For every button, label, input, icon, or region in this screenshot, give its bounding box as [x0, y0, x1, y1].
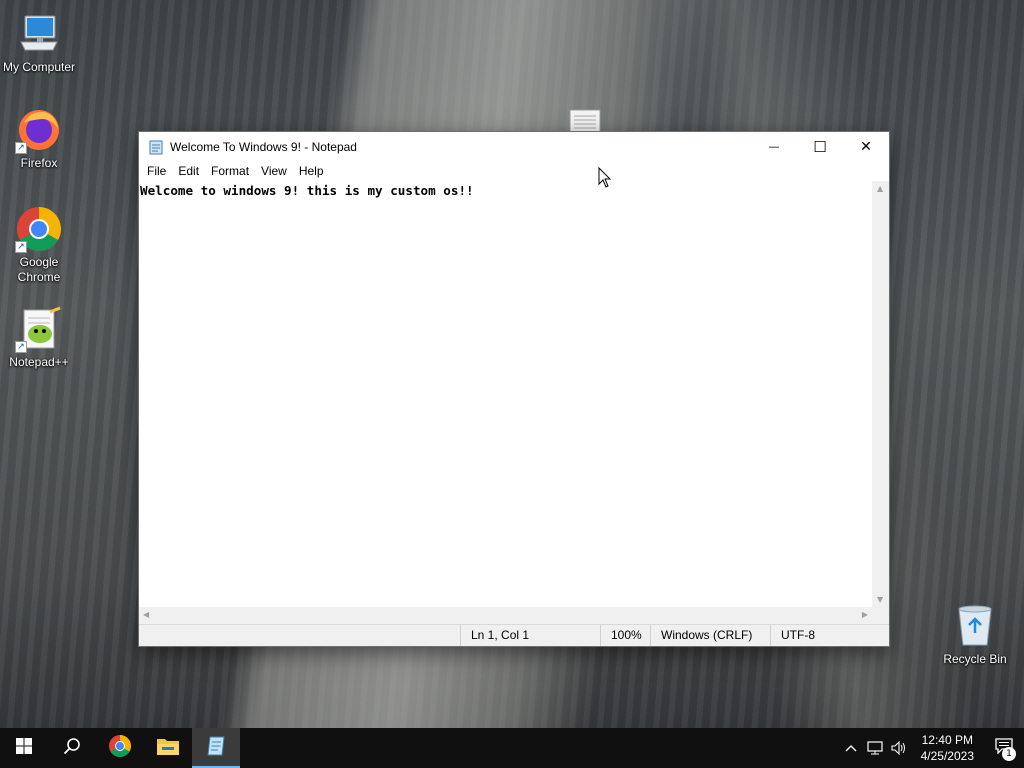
status-zoom: 100%: [600, 625, 650, 646]
title-bar[interactable]: Welcome To Windows 9! - Notepad — ☐ ✕: [139, 132, 889, 161]
minimize-icon: —: [768, 140, 780, 153]
taskbar: 12:40 PM 4/25/2023 1: [0, 728, 1024, 768]
volume-icon[interactable]: [887, 728, 911, 768]
menu-file[interactable]: File: [141, 161, 172, 181]
action-center-button[interactable]: 1: [984, 728, 1024, 768]
editor-area: Welcome to windows 9! this is my custom …: [139, 181, 889, 607]
desktop-icon-my-computer[interactable]: My Computer: [0, 10, 78, 75]
scroll-down-icon[interactable]: ▼: [877, 595, 883, 604]
computer-icon: [15, 10, 63, 58]
desktop-icon-firefox[interactable]: ↗ Firefox: [0, 106, 78, 171]
search-icon: [63, 737, 81, 760]
firefox-icon: ↗: [15, 106, 63, 154]
clock-date: 4/25/2023: [920, 749, 974, 763]
search-button[interactable]: [48, 728, 96, 768]
notepad-icon: [148, 139, 164, 155]
start-button[interactable]: [0, 728, 48, 768]
shortcut-arrow-icon: ↗: [15, 241, 27, 253]
desktop-icon-label: Recycle Bin: [943, 652, 1007, 666]
mouse-cursor-icon: [598, 166, 612, 189]
desktop-icon-notepadpp[interactable]: ↗ Notepad++: [0, 305, 78, 370]
system-tray: 12:40 PM 4/25/2023 1: [839, 728, 1024, 768]
menu-bar: File Edit Format View Help: [139, 161, 889, 181]
notification-count-badge: 1: [1002, 747, 1016, 761]
desktop-icon-label: My Computer: [2, 60, 76, 74]
status-encoding: UTF-8: [770, 625, 889, 646]
scroll-up-icon[interactable]: ▲: [877, 184, 883, 193]
shortcut-arrow-icon: ↗: [15, 341, 27, 353]
recycle-bin-icon: [951, 602, 999, 650]
clock[interactable]: 12:40 PM 4/25/2023: [911, 732, 984, 764]
desktop-icon-label: Notepad++: [9, 355, 69, 369]
taskbar-chrome[interactable]: [96, 728, 144, 768]
notepad-window[interactable]: Welcome To Windows 9! - Notepad — ☐ ✕ Fi…: [138, 131, 890, 647]
scroll-right-icon[interactable]: ▶: [862, 610, 868, 619]
status-line-ending: Windows (CRLF): [650, 625, 770, 646]
desktop-icon-recycle-bin[interactable]: Recycle Bin: [936, 602, 1014, 667]
shortcut-arrow-icon: ↗: [15, 142, 27, 154]
menu-view[interactable]: View: [255, 161, 293, 181]
horizontal-scrollbar[interactable]: ◀ ▶: [139, 607, 872, 624]
taskbar-notepad[interactable]: [192, 728, 240, 768]
scroll-left-icon[interactable]: ◀: [143, 610, 149, 619]
close-button[interactable]: ✕: [843, 132, 889, 161]
menu-edit[interactable]: Edit: [172, 161, 205, 181]
desktop-icon-label: Google Chrome: [17, 255, 61, 284]
status-cursor-position: Ln 1, Col 1: [460, 625, 600, 646]
windows-logo-icon: [16, 737, 32, 759]
menu-help[interactable]: Help: [293, 161, 330, 181]
vertical-scrollbar[interactable]: ▲ ▼: [872, 181, 889, 607]
chrome-icon: [108, 734, 132, 763]
minimize-button[interactable]: —: [751, 132, 797, 161]
window-title: Welcome To Windows 9! - Notepad: [170, 139, 357, 154]
clock-time: 12:40 PM: [921, 733, 973, 747]
close-icon: ✕: [860, 138, 872, 155]
menu-format[interactable]: Format: [205, 161, 255, 181]
desktop-icon-label: Firefox: [20, 156, 58, 170]
status-bar: Ln 1, Col 1 100% Windows (CRLF) UTF-8: [139, 624, 889, 646]
status-spacer: [139, 625, 460, 646]
notepadpp-icon: ↗: [15, 305, 63, 353]
notepad-icon: [205, 735, 227, 762]
taskbar-file-explorer[interactable]: [144, 728, 192, 768]
horizontal-scroll-row: ◀ ▶: [139, 607, 889, 624]
network-icon[interactable]: [863, 728, 887, 768]
desktop-icon-google-chrome[interactable]: ↗ Google Chrome: [0, 205, 78, 285]
chrome-icon: ↗: [15, 205, 63, 253]
show-hidden-icons-chevron-icon[interactable]: [839, 728, 863, 768]
text-editor[interactable]: Welcome to windows 9! this is my custom …: [139, 181, 872, 607]
file-explorer-icon: [156, 736, 180, 761]
maximize-button[interactable]: ☐: [797, 132, 843, 161]
scrollbar-corner: [872, 607, 889, 624]
maximize-icon: ☐: [813, 137, 827, 156]
document-icon: [569, 108, 601, 133]
